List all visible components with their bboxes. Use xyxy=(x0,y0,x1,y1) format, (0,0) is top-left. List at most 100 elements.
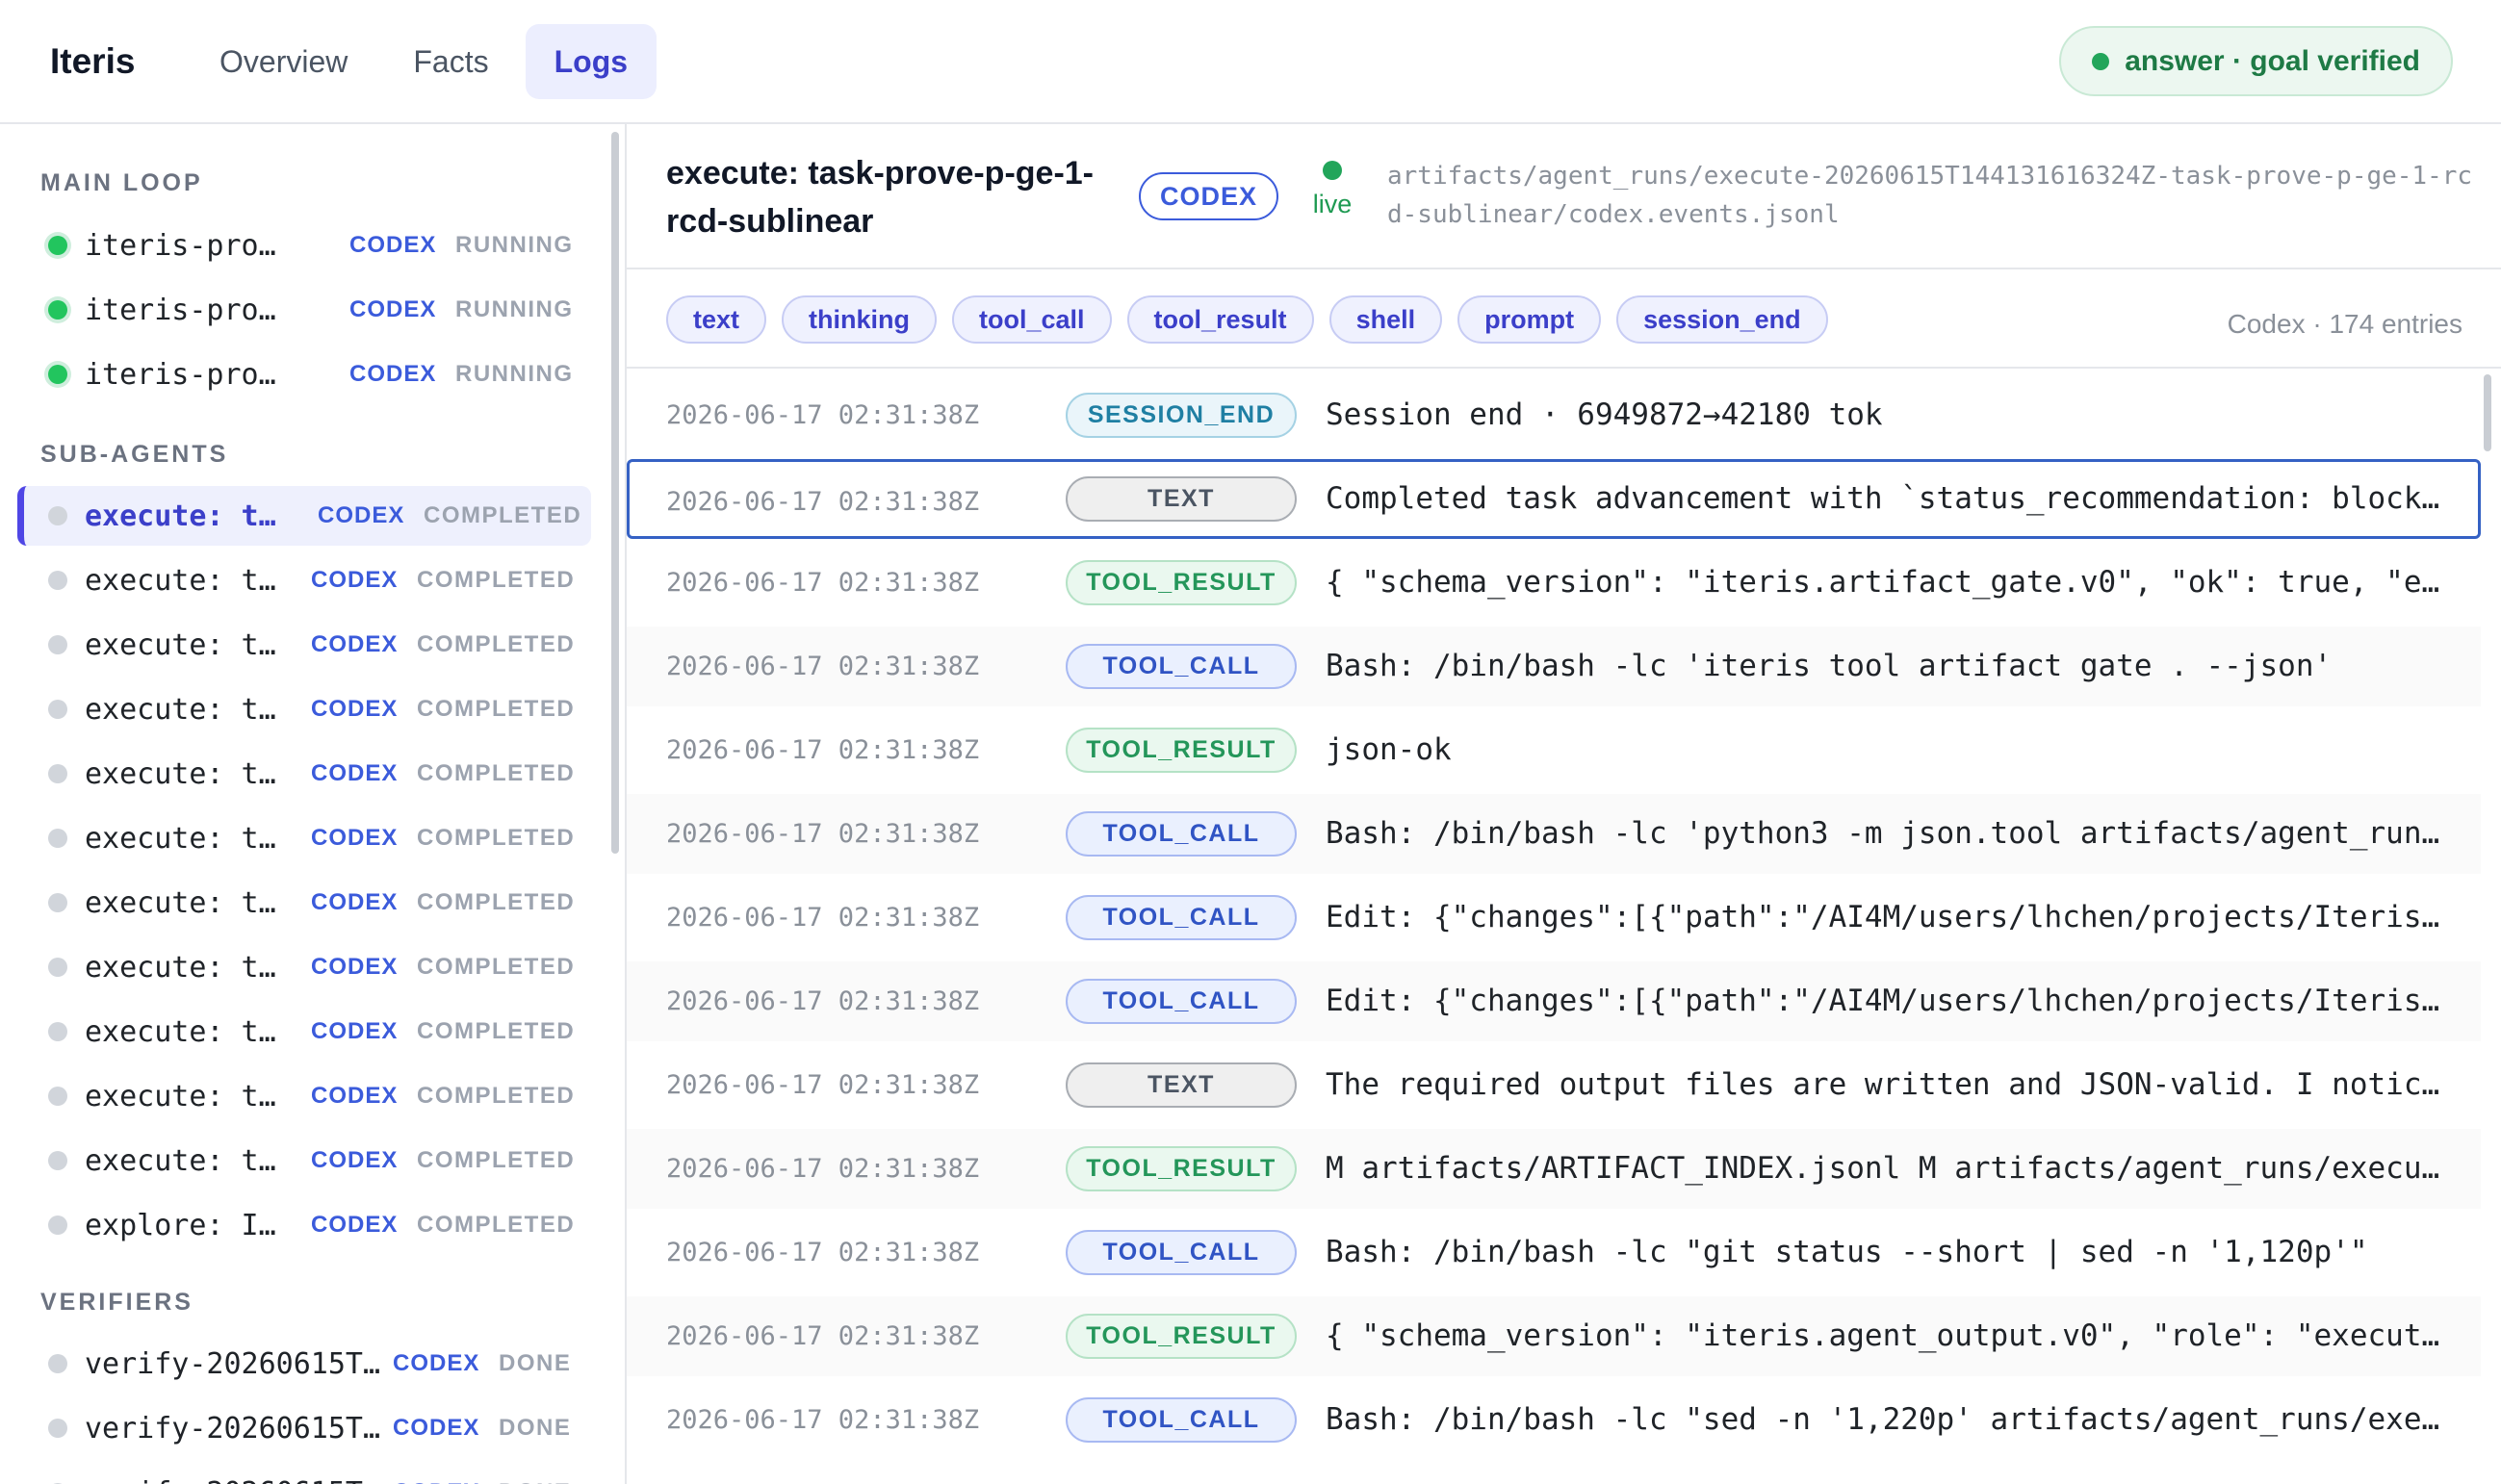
sub-agent-item[interactable]: execute: ta… CODEX COMPLETED xyxy=(17,615,591,675)
log-message: json-ok xyxy=(1326,732,1452,767)
sub-agent-item[interactable]: execute: ta… CODEX COMPLETED xyxy=(17,873,591,933)
agent-name: execute: ta… xyxy=(85,1143,292,1178)
section-title-sub-agents: SUB-AGENTS xyxy=(40,441,229,468)
log-row[interactable]: 2026-06-17 02:31:38Z TEXT Completed task a… xyxy=(627,459,2481,539)
sub-agent-item[interactable]: execute: ta… CODEX COMPLETED xyxy=(17,486,591,546)
log-message: Session end · 6949872→42180 tok xyxy=(1326,397,1883,432)
log-message: Bash: /bin/bash -lc 'python3 -m json.too… xyxy=(1326,816,2442,851)
sidebar-scrollbar[interactable] xyxy=(611,132,619,854)
sub-agent-item[interactable]: execute: ta… CODEX COMPLETED xyxy=(17,1131,591,1190)
agent-kind-badge: CODEX xyxy=(311,696,399,722)
agent-status: DONE xyxy=(499,1479,571,1484)
agent-kind-badge: CODEX xyxy=(311,631,399,657)
filter-chip-prompt[interactable]: prompt xyxy=(1457,295,1602,344)
agent-name: execute: ta… xyxy=(85,627,292,662)
log-scrollbar[interactable] xyxy=(2484,374,2491,451)
log-message: The required output files are written an… xyxy=(1326,1067,2442,1102)
sub-agent-item[interactable]: execute: ta… CODEX COMPLETED xyxy=(17,1066,591,1126)
status-dot-icon xyxy=(48,571,67,590)
sub-agent-item[interactable]: execute: ta… CODEX COMPLETED xyxy=(17,808,591,868)
log-row[interactable]: 2026-06-17 02:31:38Z TOOL_CALL Bash: /bin/… xyxy=(627,1380,2481,1460)
sub-agent-item[interactable]: explore: In… CODEX COMPLETED xyxy=(17,1195,591,1255)
log-timestamp: 2026-06-17 02:31:38Z xyxy=(666,1070,980,1100)
status-dot-icon xyxy=(48,236,67,255)
agent-name: execute: ta… xyxy=(85,885,292,920)
log-type-badge: TOOL_RESULT xyxy=(1066,560,1297,605)
filter-chip-tool-call[interactable]: tool_call xyxy=(952,295,1112,344)
agent-status: COMPLETED xyxy=(417,760,576,786)
status-dot-icon xyxy=(48,764,67,783)
filter-chip-session-end[interactable]: session_end xyxy=(1616,295,1828,344)
log-timestamp: 2026-06-17 02:31:38Z xyxy=(666,903,980,933)
log-row[interactable]: 2026-06-17 02:31:38Z TOOL_CALL Bash: /bin/… xyxy=(627,1213,2481,1292)
log-row[interactable]: 2026-06-17 02:31:38Z TOOL_CALL Bash: /bin/… xyxy=(627,794,2481,874)
status-dot-icon xyxy=(48,1419,67,1438)
log-row[interactable]: 2026-06-17 02:31:38Z TOOL_RESULT { "schema… xyxy=(627,1296,2481,1376)
filter-chip-thinking[interactable]: thinking xyxy=(782,295,937,344)
live-indicator: live xyxy=(1303,161,1361,219)
log-type-badge: TOOL_CALL xyxy=(1066,1397,1297,1443)
sub-agent-item[interactable]: execute: ta… CODEX COMPLETED xyxy=(17,937,591,997)
run-header: execute: task-prove-p-ge-1-rcd-sublinear… xyxy=(627,124,2501,269)
agent-name: explore: In… xyxy=(85,1208,292,1242)
log-row[interactable]: 2026-06-17 02:31:38Z SESSION_END Session e… xyxy=(627,375,2481,455)
agent-kind-badge: CODEX xyxy=(393,1350,480,1376)
status-dot-icon xyxy=(48,1151,67,1170)
agent-name: execute: ta… xyxy=(85,1079,292,1113)
main-loop-item[interactable]: iteris-prob-c… CODEX RUNNING xyxy=(17,345,591,404)
log-type-badge: TEXT xyxy=(1066,476,1297,522)
log-row[interactable]: 2026-06-17 02:31:38Z TOOL_RESULT { "schema… xyxy=(627,543,2481,623)
main-loop-item[interactable]: iteris-prob-c… CODEX RUNNING xyxy=(17,280,591,340)
section-title-main-loop: MAIN LOOP xyxy=(40,169,203,196)
log-message: M artifacts/ARTIFACT_INDEX.jsonl M artif… xyxy=(1326,1151,2442,1186)
status-dot-icon xyxy=(48,1022,67,1041)
top-bar: Iteris Overview Facts Logs answer · goal… xyxy=(0,0,2501,124)
run-kind-badge: CODEX xyxy=(1139,172,1279,220)
verifier-item[interactable]: verify-20260615T…CODEXDONE xyxy=(17,1334,591,1394)
filter-chip-text[interactable]: text xyxy=(666,295,767,344)
log-row[interactable]: 2026-06-17 02:31:38Z TOOL_CALL Edit: {"cha… xyxy=(627,878,2481,958)
status-dot-icon xyxy=(48,506,67,525)
agent-name: verify-20260615T… xyxy=(85,1476,402,1484)
log-type-badge: TOOL_CALL xyxy=(1066,811,1297,857)
log-row[interactable]: 2026-06-17 02:31:38Z TOOL_CALL Bash: /bin/… xyxy=(627,627,2481,706)
log-message: Completed task advancement with `status_… xyxy=(1326,481,2442,516)
status-dot-icon xyxy=(48,958,67,977)
agent-kind-badge: CODEX xyxy=(311,567,399,593)
sub-agent-item[interactable]: execute: ta… CODEX COMPLETED xyxy=(17,550,591,610)
agent-status: COMPLETED xyxy=(424,502,582,528)
log-timestamp: 2026-06-17 02:31:38Z xyxy=(666,1154,980,1184)
app-brand[interactable]: Iteris xyxy=(50,38,135,85)
tab-logs[interactable]: Logs xyxy=(525,24,657,99)
main-loop-item[interactable]: iteris-prob-c… CODEX RUNNING xyxy=(17,216,591,275)
log-row[interactable]: 2026-06-17 02:31:38Z TOOL_CALL Edit: {"cha… xyxy=(627,961,2481,1041)
log-timestamp: 2026-06-17 02:31:38Z xyxy=(666,1321,980,1351)
verifier-item[interactable]: verify-20260615T…CODEXDONE xyxy=(17,1463,591,1484)
log-entries-list: 2026-06-17 02:31:38Z SESSION_END Session e… xyxy=(627,369,2501,1484)
agent-kind-badge: CODEX xyxy=(311,825,399,851)
tab-overview[interactable]: Overview xyxy=(191,24,376,99)
log-message: Bash: /bin/bash -lc "git status --short … xyxy=(1326,1235,2368,1269)
run-log-path: artifacts/agent_runs/execute-20260615T14… xyxy=(1387,162,2473,229)
filter-chip-tool-result[interactable]: tool_result xyxy=(1126,295,1314,344)
log-type-badge: TOOL_RESULT xyxy=(1066,728,1297,773)
log-message: { "schema_version": "iteris.artifact_gat… xyxy=(1326,565,2442,600)
filter-chip-shell[interactable]: shell xyxy=(1328,295,1443,344)
agent-status: COMPLETED xyxy=(417,1212,576,1238)
log-row[interactable]: 2026-06-17 02:31:38Z TEXT The required out… xyxy=(627,1045,2481,1125)
log-row[interactable]: 2026-06-17 02:31:38Z TOOL_RESULT M artifac… xyxy=(627,1129,2481,1209)
agent-status: RUNNING xyxy=(455,361,574,387)
tab-facts[interactable]: Facts xyxy=(384,24,517,99)
goal-status-badge: answer · goal verified xyxy=(2059,26,2453,96)
sub-agent-item[interactable]: execute: ta… CODEX COMPLETED xyxy=(17,744,591,804)
agent-kind-badge: CODEX xyxy=(349,296,437,322)
agent-name: iteris-prob-c… xyxy=(85,357,292,392)
agent-kind-badge: CODEX xyxy=(349,361,437,387)
log-row[interactable]: 2026-06-17 02:31:38Z TOOL_RESULT json-ok xyxy=(627,710,2481,790)
log-type-badge: TOOL_CALL xyxy=(1066,979,1297,1024)
agent-status: DONE xyxy=(499,1350,572,1376)
sub-agent-item[interactable]: execute: ta… CODEX COMPLETED xyxy=(17,1002,591,1062)
verifier-item[interactable]: verify-20260615T…CODEXDONE xyxy=(17,1398,591,1458)
sub-agent-item[interactable]: execute: ta… CODEX COMPLETED xyxy=(17,679,591,739)
log-timestamp: 2026-06-17 02:31:38Z xyxy=(666,652,980,681)
